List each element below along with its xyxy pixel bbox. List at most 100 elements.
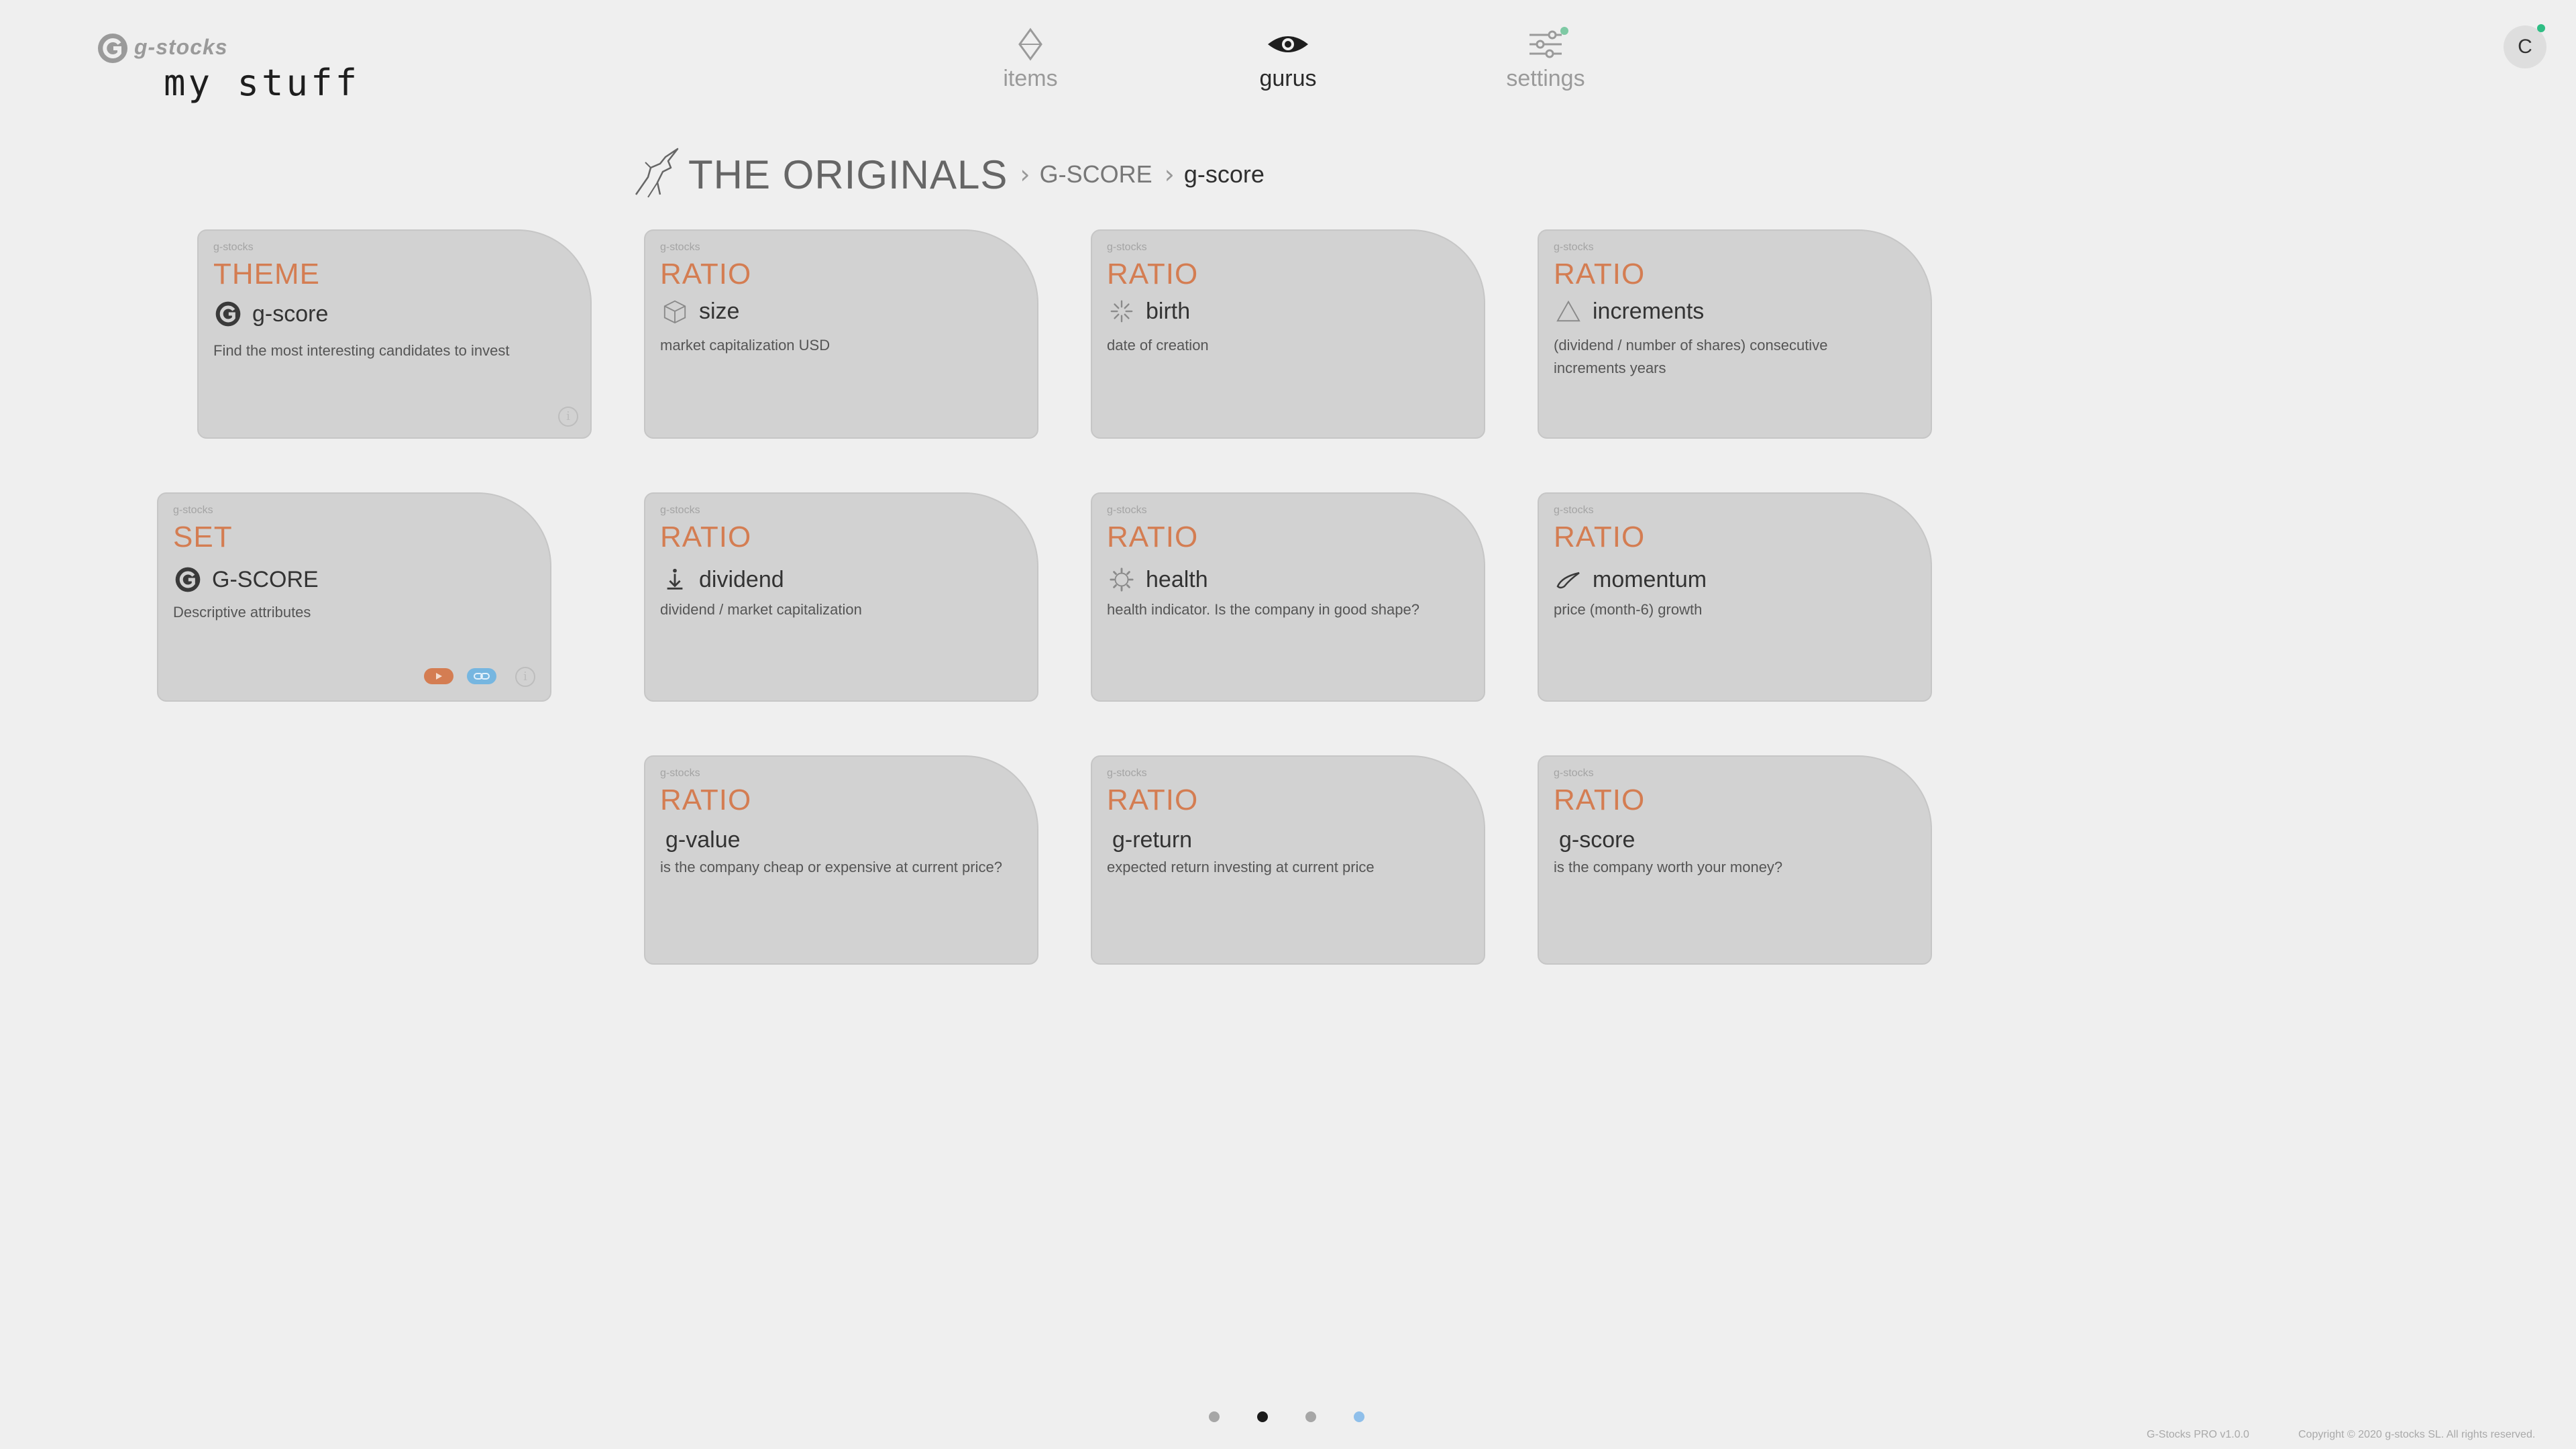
card-title: birth bbox=[1146, 298, 1191, 324]
breadcrumb: THE ORIGINALS › G-SCORE › g-score bbox=[631, 148, 1265, 200]
nav-items-label: items bbox=[1003, 66, 1058, 91]
card-header: G-SCORE bbox=[173, 564, 319, 596]
eye-icon bbox=[1268, 36, 1308, 52]
card-type: RATIO bbox=[1554, 521, 1646, 553]
ratio-card-increments[interactable]: g-stocks RATIO increments (dividend / nu… bbox=[1538, 229, 1932, 439]
info-icon[interactable]: i bbox=[558, 407, 578, 427]
card-type: RATIO bbox=[660, 784, 752, 816]
card-title: dividend bbox=[699, 566, 784, 592]
card-type: RATIO bbox=[1554, 258, 1646, 290]
breadcrumb-root[interactable]: THE ORIGINALS bbox=[688, 152, 1008, 198]
dividend-icon bbox=[660, 565, 690, 594]
card-title: size bbox=[699, 298, 740, 324]
card-description: date of creation bbox=[1107, 337, 1209, 354]
ratio-card-size[interactable]: g-stocks RATIO size market capitalizatio… bbox=[644, 229, 1038, 439]
card-description: health indicator. Is the company in good… bbox=[1107, 601, 1419, 618]
theme-card-g-score[interactable]: g-stocks THEME g-score Find the most int… bbox=[197, 229, 592, 439]
ratio-card-dividend[interactable]: g-stocks RATIO dividend dividend / marke… bbox=[644, 492, 1038, 702]
gear-icon bbox=[1107, 565, 1136, 594]
nav-settings[interactable]: settings bbox=[1479, 27, 1613, 92]
card-type: RATIO bbox=[1554, 784, 1646, 816]
cube-icon bbox=[660, 297, 690, 326]
card-source: g-stocks bbox=[660, 767, 700, 779]
footer-copyright: Copyright © 2020 g-stocks SL. All rights… bbox=[2298, 1429, 2536, 1440]
card-source: g-stocks bbox=[1107, 241, 1147, 253]
info-icon[interactable]: i bbox=[515, 667, 535, 687]
g-logo-icon bbox=[173, 565, 203, 594]
card-header: size bbox=[660, 295, 739, 327]
chevron-right-icon: › bbox=[1164, 160, 1175, 189]
breadcrumb-middle[interactable]: G-SCORE bbox=[1040, 160, 1152, 189]
card-header: birth bbox=[1107, 295, 1190, 327]
sparkle-icon bbox=[1107, 297, 1136, 326]
card-type: THEME bbox=[213, 258, 320, 290]
card-source: g-stocks bbox=[1107, 767, 1147, 779]
ratio-card-g-value[interactable]: g-stocks RATIO g-value is the company ch… bbox=[644, 755, 1038, 965]
nav-gurus[interactable]: gurus bbox=[1221, 27, 1355, 92]
ratio-card-health[interactable]: g-stocks RATIO health health indicator. … bbox=[1091, 492, 1485, 702]
page-dot-4[interactable] bbox=[1354, 1411, 1364, 1422]
brand-name: g-stocks bbox=[134, 35, 228, 59]
card-title: increments bbox=[1593, 298, 1705, 324]
card-description: (dividend / number of shares) consecutiv… bbox=[1554, 337, 1828, 376]
card-type: RATIO bbox=[1107, 784, 1199, 816]
page-title: my stuff bbox=[164, 62, 360, 104]
swoosh-icon bbox=[1554, 565, 1583, 594]
page-dot-1[interactable] bbox=[1209, 1411, 1220, 1422]
card-header: health bbox=[1107, 564, 1208, 596]
triangle-icon bbox=[1554, 297, 1583, 326]
nav-items[interactable]: items bbox=[963, 27, 1097, 92]
card-type: SET bbox=[173, 521, 233, 553]
g-logo-icon bbox=[98, 34, 127, 63]
card-header: g-return bbox=[1112, 824, 1192, 856]
card-source: g-stocks bbox=[1554, 504, 1594, 516]
breadcrumb-current: g-score bbox=[1183, 160, 1265, 188]
card-source: g-stocks bbox=[213, 241, 254, 253]
card-title: momentum bbox=[1593, 566, 1707, 592]
card-header: g-value bbox=[665, 824, 741, 856]
play-toggle[interactable] bbox=[424, 668, 453, 684]
ratio-card-birth[interactable]: g-stocks RATIO birth date of creation bbox=[1091, 229, 1485, 439]
card-description: market capitalization USD bbox=[660, 337, 830, 354]
sliders-icon bbox=[1529, 30, 1562, 58]
nav-gurus-label: gurus bbox=[1259, 66, 1317, 91]
card-type: RATIO bbox=[660, 258, 752, 290]
card-title: g-return bbox=[1112, 826, 1193, 853]
nav-settings-label: settings bbox=[1506, 66, 1585, 91]
unicorn-icon bbox=[635, 148, 679, 198]
card-title: g-score bbox=[252, 301, 329, 327]
page-dot-3[interactable] bbox=[1305, 1411, 1316, 1422]
card-description: expected return investing at current pri… bbox=[1107, 859, 1375, 875]
card-type: RATIO bbox=[1107, 521, 1199, 553]
card-header: increments bbox=[1554, 295, 1704, 327]
diamond-icon bbox=[1018, 28, 1042, 61]
g-logo-icon bbox=[213, 299, 243, 329]
set-card-g-score[interactable]: g-stocks SET G-SCORE Descriptive attribu… bbox=[157, 492, 551, 702]
card-title: health bbox=[1146, 566, 1208, 592]
card-description: dividend / market capitalization bbox=[660, 601, 862, 618]
card-description: is the company worth your money? bbox=[1554, 859, 1783, 875]
ratio-card-g-return[interactable]: g-stocks RATIO g-return expected return … bbox=[1091, 755, 1485, 965]
card-header: g-score bbox=[213, 298, 328, 330]
link-toggle[interactable] bbox=[467, 668, 496, 684]
online-status-dot bbox=[2537, 24, 2545, 32]
card-description: Find the most interesting candidates to … bbox=[213, 342, 510, 359]
card-source: g-stocks bbox=[173, 504, 213, 516]
page-dot-2-active[interactable] bbox=[1257, 1411, 1268, 1422]
card-source: g-stocks bbox=[660, 241, 700, 253]
card-type: RATIO bbox=[660, 521, 752, 553]
card-source: g-stocks bbox=[1554, 767, 1594, 779]
card-type: RATIO bbox=[1107, 258, 1199, 290]
card-source: g-stocks bbox=[1554, 241, 1594, 253]
card-header: momentum bbox=[1554, 564, 1707, 596]
card-source: g-stocks bbox=[660, 504, 700, 516]
card-description: price (month-6) growth bbox=[1554, 601, 1703, 618]
card-header: g-score bbox=[1559, 824, 1635, 856]
ratio-card-g-score[interactable]: g-stocks RATIO g-score is the company wo… bbox=[1538, 755, 1932, 965]
card-header: dividend bbox=[660, 564, 784, 596]
settings-notification-dot bbox=[1560, 27, 1568, 35]
card-title: g-value bbox=[665, 826, 741, 853]
card-source: g-stocks bbox=[1107, 504, 1147, 516]
ratio-card-momentum[interactable]: g-stocks RATIO momentum price (month-6) … bbox=[1538, 492, 1932, 702]
card-description: Descriptive attributes bbox=[173, 604, 311, 621]
